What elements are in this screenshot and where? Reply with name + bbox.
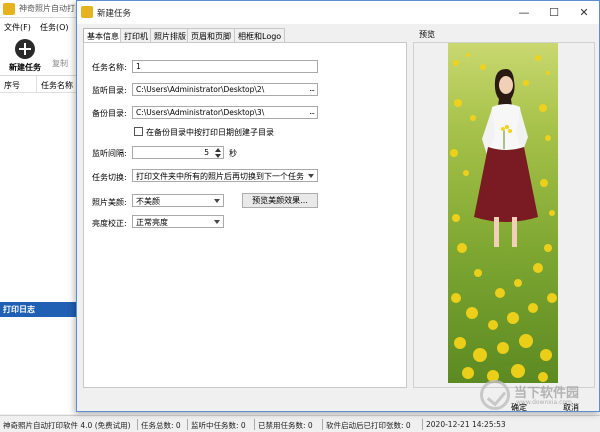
- browse-backup-dir-button[interactable]: ...: [309, 107, 315, 116]
- beauty-value: 不美颜: [136, 197, 160, 206]
- date-subdir-checkbox[interactable]: [134, 127, 143, 136]
- task-list: 序号 任务名称: [0, 76, 78, 302]
- chevron-down-icon: [214, 220, 220, 224]
- dialog-titlebar[interactable]: 新建任务 — ☐ ✕: [77, 1, 599, 24]
- statusbar: 神奇照片自动打印软件 4.0 (免费试用) 任务总数: 0 监听中任务数: 0 …: [0, 415, 600, 432]
- spinner-arrows-icon[interactable]: [214, 147, 222, 158]
- watch-dir-input[interactable]: C:\Users\Administrator\Desktop\2\ ...: [132, 83, 318, 96]
- task-switch-value: 打印文件夹中所有的照片后再切换到下一个任务: [136, 172, 304, 181]
- preview-photo: [448, 43, 558, 383]
- dialog-title: 新建任务: [97, 9, 132, 19]
- checkmark-logo-icon: [480, 380, 510, 410]
- menu-file[interactable]: 文件(F): [4, 22, 31, 33]
- col-header-name[interactable]: 任务名称: [41, 80, 73, 91]
- status-divider: [322, 419, 323, 430]
- column-divider: [36, 76, 37, 93]
- task-list-header: 序号 任务名称: [0, 76, 78, 93]
- backup-dir-input[interactable]: C:\Users\Administrator\Desktop\3\ ...: [132, 106, 318, 119]
- app-icon: [3, 3, 15, 15]
- status-task-total: 任务总数: 0: [141, 421, 181, 430]
- status-datetime: 2020-12-21 14:25:53: [426, 420, 506, 429]
- watermark-url: www.downxia.com: [516, 399, 572, 406]
- watermark: 当下软件园 www.downxia.com: [480, 378, 598, 416]
- status-printed-count: 软件启动后已打印张数: 0: [326, 421, 411, 430]
- main-window-title: 神奇照片自动打: [19, 4, 75, 13]
- status-divider: [187, 419, 188, 430]
- beauty-label: 照片美颜:: [92, 198, 127, 207]
- new-task-label: 新建任务: [9, 63, 41, 72]
- close-icon[interactable]: ✕: [569, 1, 599, 24]
- main-toolbar: 新建任务 复制: [0, 36, 78, 76]
- add-icon: [15, 39, 35, 59]
- col-header-index[interactable]: 序号: [4, 80, 20, 91]
- interval-value: 5: [204, 148, 209, 157]
- date-subdir-label[interactable]: 在备份目录中按打印日期创建子目录: [146, 127, 274, 138]
- status-divider: [254, 419, 255, 430]
- backup-dir-value: C:\Users\Administrator\Desktop\3\: [136, 108, 265, 117]
- new-task-dialog: 新建任务 — ☐ ✕ 基本信息 打印机 照片排版 页眉和页脚 相框和Logo 任…: [76, 0, 600, 412]
- copy-button[interactable]: 复制: [52, 58, 68, 69]
- brightness-label: 亮度校正:: [92, 219, 127, 228]
- task-name-value: 1: [136, 62, 141, 71]
- menu-task[interactable]: 任务(O): [40, 22, 69, 33]
- browse-watch-dir-button[interactable]: ...: [309, 84, 315, 93]
- new-task-button[interactable]: 新建任务: [4, 38, 46, 74]
- brightness-select[interactable]: 正常亮度: [132, 215, 224, 228]
- status-divider: [422, 419, 423, 430]
- watch-dir-value: C:\Users\Administrator\Desktop\2\: [136, 85, 265, 94]
- status-watching-count: 监听中任务数: 0: [191, 421, 246, 430]
- log-header: 打印日志: [0, 302, 78, 317]
- tab-header-footer[interactable]: 页眉和页脚: [187, 28, 235, 43]
- beauty-select[interactable]: 不美颜: [132, 194, 224, 207]
- task-name-label: 任务名称:: [92, 63, 127, 72]
- task-name-input[interactable]: 1: [132, 60, 318, 73]
- chevron-down-icon: [308, 174, 314, 178]
- task-switch-label: 任务切换:: [92, 173, 127, 182]
- log-title: 打印日志: [3, 305, 35, 314]
- basic-info-panel: 任务名称: 1 监听目录: C:\Users\Administrator\Des…: [83, 42, 407, 388]
- interval-label: 监听间隔:: [92, 149, 127, 158]
- status-divider: [137, 419, 138, 430]
- interval-unit: 秒: [229, 149, 237, 158]
- watch-dir-label: 监听目录:: [92, 86, 127, 95]
- tab-frame-logo[interactable]: 相框和Logo: [234, 28, 286, 43]
- brightness-value: 正常亮度: [136, 218, 168, 227]
- preview-label: 预览: [419, 30, 435, 39]
- status-disabled-count: 已禁用任务数: 0: [258, 421, 313, 430]
- interval-spinbox[interactable]: 5: [132, 146, 224, 159]
- preview-panel: [413, 42, 595, 388]
- backup-dir-label: 备份目录:: [92, 109, 127, 118]
- minimize-icon[interactable]: —: [509, 1, 539, 24]
- task-switch-select[interactable]: 打印文件夹中所有的照片后再切换到下一个任务: [132, 169, 318, 182]
- app-icon: [81, 6, 93, 18]
- chevron-down-icon: [214, 199, 220, 203]
- maximize-icon[interactable]: ☐: [539, 1, 569, 24]
- tab-photo-layout[interactable]: 照片排版: [150, 28, 190, 43]
- preview-beauty-button[interactable]: 预览美颜效果...: [242, 193, 318, 208]
- log-body: [0, 317, 78, 414]
- status-app-version: 神奇照片自动打印软件 4.0 (免费试用): [3, 421, 131, 430]
- tab-printer[interactable]: 打印机: [120, 28, 152, 43]
- main-menubar: 文件(F) 任务(O): [0, 18, 78, 36]
